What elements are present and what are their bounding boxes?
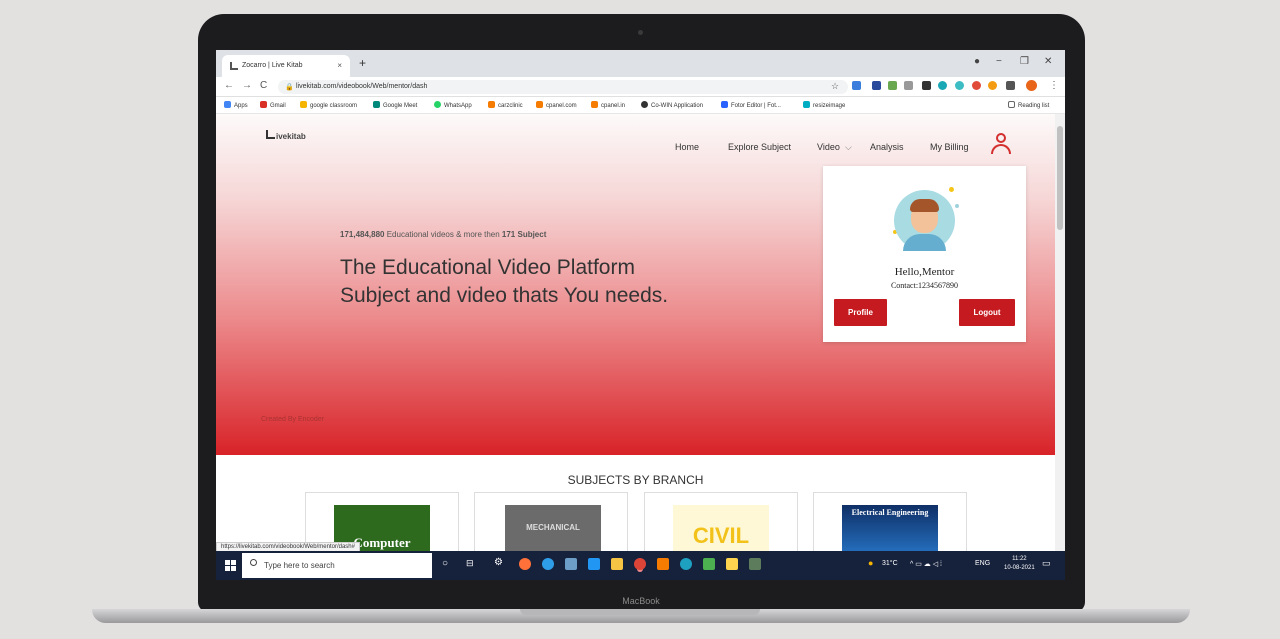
- account-avatar-icon[interactable]: [1026, 80, 1037, 91]
- logout-button[interactable]: Logout: [959, 299, 1015, 326]
- forward-button[interactable]: →: [242, 80, 252, 91]
- bookmark-cowin[interactable]: Co-WIN Application: [641, 101, 703, 109]
- extension-icon[interactable]: [904, 81, 913, 90]
- vlc-icon[interactable]: [657, 558, 669, 570]
- nav-analysis[interactable]: Analysis: [870, 142, 904, 152]
- web-page: ivekitab Home Explore Subject Video ⌵ An…: [216, 114, 1055, 580]
- scrollbar-thumb[interactable]: [1057, 126, 1063, 230]
- task-view-icon[interactable]: ⊟: [466, 558, 474, 569]
- bookmark-cpanel-in[interactable]: cpanel.in: [591, 101, 625, 109]
- extension-icon[interactable]: [888, 81, 897, 90]
- minimize-button[interactable]: −: [996, 56, 1002, 67]
- browser-toolbar: ← → C 🔒 livekitab.com/videobook/Web/ment…: [216, 77, 1065, 97]
- weather-temperature[interactable]: 31°C: [882, 560, 898, 567]
- nav-my-billing[interactable]: My Billing: [930, 142, 969, 152]
- subjects-heading: SUBJECTS BY BRANCH: [567, 473, 704, 487]
- screen: Zocarro | Live Kitab × + ● − ❐ ✕ ← → C 🔒…: [216, 50, 1065, 580]
- laptop-hinge-notch: [520, 609, 760, 615]
- site-logo[interactable]: ivekitab: [266, 130, 306, 141]
- tray-icons[interactable]: ^ ▭ ☁ ◁ ⁞: [910, 560, 942, 568]
- logo-mark-icon: [266, 130, 275, 139]
- app-icon[interactable]: [749, 558, 761, 570]
- extension-icon[interactable]: [922, 81, 931, 90]
- taskbar-search-input[interactable]: Type here to search: [242, 553, 432, 578]
- bookmark-apps[interactable]: Apps: [224, 101, 248, 109]
- back-button[interactable]: ←: [224, 80, 234, 91]
- bookmark-google-meet[interactable]: Google Meet: [373, 101, 417, 109]
- laptop-brand-label: MacBook: [622, 596, 660, 606]
- reading-list-button[interactable]: Reading list: [1008, 101, 1049, 109]
- windows-start-icon[interactable]: [225, 560, 237, 572]
- windows-taskbar: Type here to search ○ ⊟ ⚙ ● 31°C ^ ▭ ☁ ◁…: [216, 551, 1065, 580]
- profile-button[interactable]: Profile: [834, 299, 887, 326]
- avatar: [894, 190, 955, 251]
- extension-icon[interactable]: [872, 81, 881, 90]
- menu-dots-icon[interactable]: ⋮: [1049, 80, 1059, 91]
- extension-icon[interactable]: [972, 81, 981, 90]
- tab-close-icon[interactable]: ×: [337, 61, 342, 70]
- hero-title: The Educational Video Platform Subject a…: [340, 256, 669, 307]
- edge-icon[interactable]: [680, 558, 692, 570]
- site-favicon-icon: [230, 62, 238, 70]
- chevron-down-icon[interactable]: ⌵: [845, 142, 852, 153]
- chrome-icon[interactable]: [634, 558, 646, 570]
- weather-sun-icon[interactable]: ●: [868, 558, 873, 568]
- profile-dropdown: Hello,Mentor Contact:1234567890 Profile …: [823, 166, 1026, 342]
- profile-dot-icon[interactable]: ●: [974, 56, 980, 67]
- taskbar-clock[interactable]: 11:22 10-08-2021: [1004, 555, 1035, 573]
- settings-gear-icon[interactable]: ⚙: [494, 557, 503, 568]
- address-url: livekitab.com/videobook/Web/mentor/dash: [296, 83, 428, 90]
- bookmark-google-classroom[interactable]: google classroom: [300, 101, 357, 109]
- bookmarks-bar: Apps Gmail google classroom Google Meet …: [216, 97, 1065, 114]
- contact-number: Contact:1234567890: [890, 281, 959, 290]
- file-explorer-icon[interactable]: [611, 558, 623, 570]
- browser-tab[interactable]: Zocarro | Live Kitab ×: [222, 55, 350, 77]
- bookmark-gmail[interactable]: Gmail: [260, 101, 286, 109]
- language-indicator[interactable]: ENG: [975, 560, 990, 567]
- extension-icon[interactable]: [938, 81, 947, 90]
- app-icon[interactable]: [542, 558, 554, 570]
- tab-title: Zocarro | Live Kitab: [242, 62, 303, 69]
- bookmark-star-icon[interactable]: ☆: [831, 81, 839, 92]
- webcam: [638, 30, 643, 35]
- hero-stats: 171,484,880 Educational videos & more th…: [340, 230, 547, 239]
- credit-text: Created By Encoder: [261, 416, 325, 423]
- greeting: Hello,Mentor: [894, 266, 955, 278]
- store-icon[interactable]: [726, 558, 738, 570]
- browser-tab-strip: Zocarro | Live Kitab × + ● − ❐ ✕: [216, 50, 1065, 77]
- firefox-icon[interactable]: [519, 558, 531, 570]
- bookmark-resizeimage[interactable]: resizeimage: [803, 101, 845, 109]
- bookmark-whatsapp[interactable]: WhatsApp: [434, 101, 472, 109]
- address-bar[interactable]: 🔒 livekitab.com/videobook/Web/mentor/das…: [278, 80, 848, 94]
- bookmark-carzclinic[interactable]: carzclinic: [488, 101, 523, 109]
- cortana-icon[interactable]: ○: [442, 558, 448, 569]
- app-icon[interactable]: [703, 558, 715, 570]
- close-window-button[interactable]: ✕: [1044, 56, 1052, 67]
- extension-icon[interactable]: [852, 81, 861, 90]
- user-account-icon[interactable]: [991, 133, 1011, 155]
- new-tab-button[interactable]: +: [359, 56, 366, 70]
- notifications-icon[interactable]: ▭: [1042, 558, 1051, 569]
- nav-home[interactable]: Home: [675, 142, 699, 152]
- bookmark-cpanel-com[interactable]: cpanel.com: [536, 101, 577, 109]
- reload-button[interactable]: C: [260, 80, 267, 91]
- app-icon[interactable]: [565, 558, 577, 570]
- restore-button[interactable]: ❐: [1020, 56, 1029, 67]
- video-count: 171,484,880: [340, 230, 385, 239]
- nav-video[interactable]: Video: [817, 142, 840, 152]
- bookmark-fotor[interactable]: Fotor Editor | Fot...: [721, 101, 781, 109]
- app-icon[interactable]: [588, 558, 600, 570]
- nav-explore-subject[interactable]: Explore Subject: [728, 142, 791, 152]
- lock-icon: 🔒: [285, 84, 294, 91]
- extension-icon[interactable]: [955, 81, 964, 90]
- search-icon: [250, 559, 257, 566]
- extension-icon[interactable]: [988, 81, 997, 90]
- extensions-puzzle-icon[interactable]: [1006, 81, 1015, 90]
- subject-count: 171 Subject: [501, 230, 547, 239]
- hero-section: ivekitab Home Explore Subject Video ⌵ An…: [216, 114, 1055, 455]
